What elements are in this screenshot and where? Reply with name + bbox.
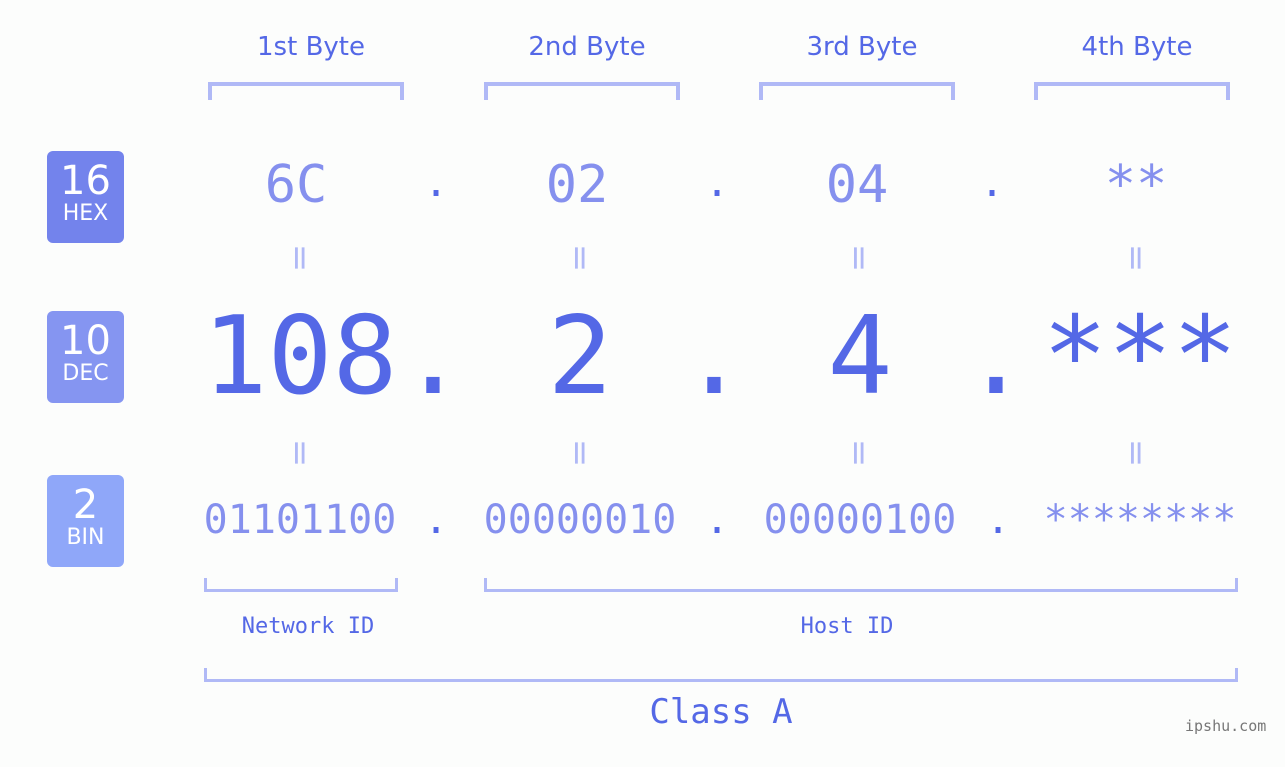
network-id-label: Network ID [241, 614, 375, 639]
watermark: ipshu.com [1185, 717, 1267, 735]
byte-header-3: 3rd Byte [806, 32, 918, 62]
bin-badge-number: 2 [72, 482, 99, 528]
class-label: Class A [649, 692, 793, 732]
dec-value-2: 2 [547, 294, 613, 419]
hex-badge: 16 HEX [47, 151, 124, 243]
equals-sign: = [560, 243, 600, 273]
dec-dot-1: . [400, 294, 466, 419]
bin-value-2: 00000010 [483, 497, 677, 543]
bin-dot-2: . [704, 497, 730, 543]
host-id-bracket [484, 578, 1238, 592]
hex-value-4: ** [1104, 155, 1168, 215]
hex-badge-label: HEX [62, 201, 109, 226]
dec-badge-label: DEC [62, 361, 109, 386]
bin-value-4: ******** [1043, 497, 1237, 543]
equals-sign: = [839, 243, 879, 273]
dec-dot-3: . [963, 294, 1029, 419]
byte-header-4: 4th Byte [1081, 32, 1193, 62]
hex-badge-number: 16 [60, 158, 111, 204]
equals-sign: = [1116, 438, 1156, 468]
host-id-label: Host ID [800, 614, 894, 639]
equals-sign: = [280, 243, 320, 273]
dec-badge: 10 DEC [47, 311, 124, 403]
hex-value-3: 04 [825, 155, 889, 215]
hex-value-1: 6C [264, 155, 328, 215]
hex-dot-1: . [423, 160, 449, 206]
byte-bracket-2 [484, 82, 680, 100]
bin-value-1: 01101100 [203, 497, 397, 543]
class-bracket [204, 668, 1238, 682]
bin-dot-1: . [423, 497, 449, 543]
byte-bracket-3 [759, 82, 955, 100]
network-id-bracket [204, 578, 398, 592]
hex-value-2: 02 [545, 155, 609, 215]
byte-bracket-1 [208, 82, 404, 100]
bin-badge-label: BIN [66, 525, 105, 550]
equals-sign: = [839, 438, 879, 468]
bin-dot-3: . [985, 497, 1011, 543]
dec-badge-number: 10 [60, 318, 111, 364]
equals-sign: = [1116, 243, 1156, 273]
hex-dot-2: . [704, 160, 730, 206]
byte-bracket-4 [1034, 82, 1230, 100]
byte-header-1: 1st Byte [257, 32, 365, 62]
equals-sign: = [280, 438, 320, 468]
dec-value-4: *** [1042, 294, 1238, 419]
dec-dot-2: . [681, 294, 747, 419]
bin-value-3: 00000100 [763, 497, 957, 543]
hex-dot-3: . [979, 160, 1005, 206]
dec-value-3: 4 [827, 294, 893, 419]
byte-header-2: 2nd Byte [528, 32, 646, 62]
bin-badge: 2 BIN [47, 475, 124, 567]
equals-sign: = [560, 438, 600, 468]
dec-value-1: 108 [202, 294, 398, 419]
